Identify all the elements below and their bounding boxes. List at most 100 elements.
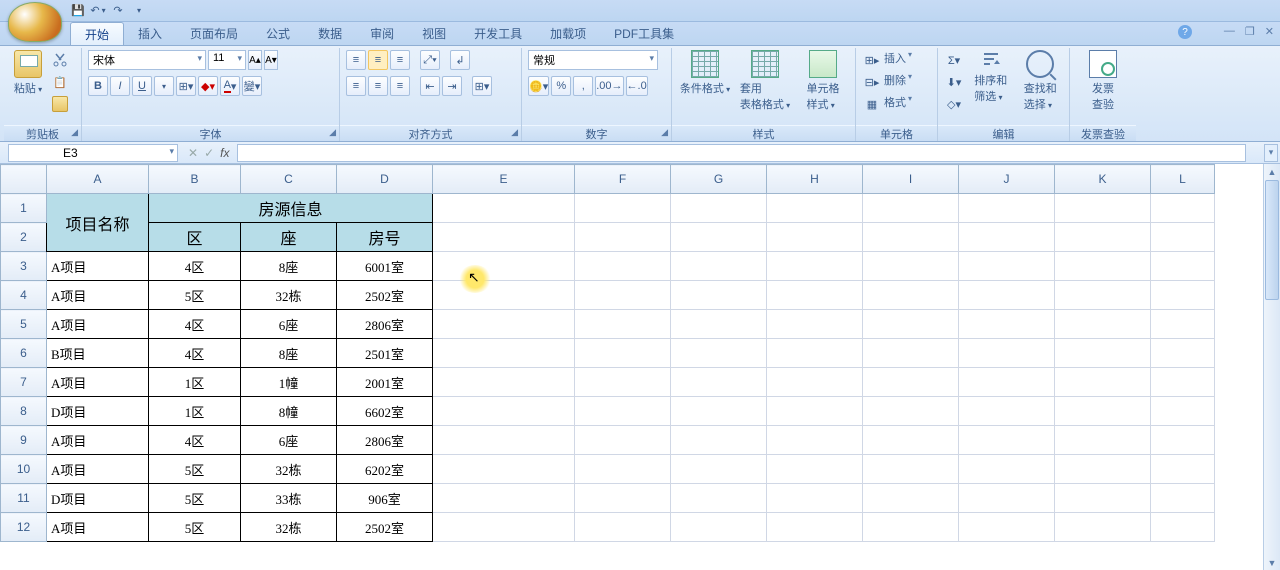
align-launcher-icon[interactable]: ◢ [511, 127, 518, 138]
invoice-check-button[interactable]: 发票 查验 [1076, 50, 1130, 112]
col-header[interactable]: F [575, 165, 671, 194]
cell[interactable] [671, 281, 767, 310]
tab-insert[interactable]: 插入 [124, 22, 176, 45]
cell[interactable] [767, 223, 863, 252]
cell[interactable] [959, 339, 1055, 368]
cell[interactable] [959, 513, 1055, 542]
cell[interactable] [767, 194, 863, 223]
cell[interactable] [1055, 368, 1151, 397]
increase-decimal-button[interactable]: .00→ [595, 76, 623, 96]
cell[interactable]: A项目 [47, 252, 149, 281]
cell[interactable] [575, 339, 671, 368]
cell[interactable] [1151, 368, 1215, 397]
cell[interactable] [1151, 194, 1215, 223]
cell[interactable] [767, 310, 863, 339]
cell[interactable]: 6001室 [337, 252, 433, 281]
delete-cells-button[interactable]: ⊟▸ [862, 72, 882, 92]
font-size-select[interactable]: 11 [208, 50, 246, 70]
qa-undo-icon[interactable]: ↶ [90, 3, 106, 19]
cell[interactable]: 2001室 [337, 368, 433, 397]
decrease-font-button[interactable]: A▾ [264, 50, 278, 70]
cell[interactable] [767, 252, 863, 281]
find-select-button[interactable]: 查找和 选择 [1018, 50, 1064, 112]
cell[interactable] [767, 426, 863, 455]
row-header[interactable]: 7 [1, 368, 47, 397]
align-bottom-button[interactable]: ≡ [390, 50, 410, 70]
cell[interactable] [1151, 484, 1215, 513]
cell[interactable] [767, 281, 863, 310]
cell[interactable] [1151, 513, 1215, 542]
clipboard-launcher-icon[interactable]: ◢ [71, 127, 78, 138]
cell[interactable] [1151, 310, 1215, 339]
cell[interactable] [575, 484, 671, 513]
col-header[interactable]: A [47, 165, 149, 194]
cell[interactable] [575, 455, 671, 484]
cell[interactable] [1151, 455, 1215, 484]
help-icon[interactable]: ? [1178, 25, 1192, 39]
cell[interactable]: 5区 [149, 484, 241, 513]
cell[interactable] [433, 223, 575, 252]
cell[interactable] [671, 223, 767, 252]
comma-button[interactable]: , [573, 76, 593, 96]
align-middle-button[interactable]: ≡ [368, 50, 388, 70]
cell[interactable]: 1区 [149, 397, 241, 426]
row-header[interactable]: 4 [1, 281, 47, 310]
cell[interactable]: A项目 [47, 513, 149, 542]
merge-button[interactable]: ⊞▾ [472, 76, 492, 96]
align-left-button[interactable]: ≡ [346, 76, 366, 96]
cell[interactable] [767, 513, 863, 542]
cell[interactable] [863, 281, 959, 310]
number-launcher-icon[interactable]: ◢ [661, 127, 668, 138]
cell[interactable] [575, 397, 671, 426]
border-button[interactable]: ⊞▾ [176, 76, 196, 96]
col-header[interactable]: K [1055, 165, 1151, 194]
cell[interactable]: 8幢 [241, 397, 337, 426]
decrease-decimal-button[interactable]: ←.0 [626, 76, 648, 96]
cell[interactable] [1055, 426, 1151, 455]
restore-icon[interactable]: ❐ [1245, 25, 1255, 38]
worksheet-grid[interactable]: A B C D E F G H I J K L 1 项目名称 房源信息 2 区 … [0, 164, 1263, 570]
col-header[interactable]: E [433, 165, 575, 194]
cell[interactable] [575, 281, 671, 310]
expand-formula-bar-icon[interactable]: ▾ [1264, 144, 1278, 162]
tab-developer[interactable]: 开发工具 [460, 22, 536, 45]
cell[interactable] [863, 513, 959, 542]
cell[interactable]: A项目 [47, 426, 149, 455]
currency-button[interactable]: 🪙▾ [528, 76, 549, 96]
tab-pagelayout[interactable]: 页面布局 [176, 22, 252, 45]
cell[interactable] [1055, 281, 1151, 310]
cell[interactable] [671, 455, 767, 484]
cell[interactable] [433, 310, 575, 339]
cell[interactable] [1151, 252, 1215, 281]
enter-formula-icon[interactable]: ✓ [204, 146, 214, 160]
cell[interactable]: 房源信息 [149, 194, 433, 223]
tab-home[interactable]: 开始 [70, 22, 124, 45]
scroll-up-icon[interactable]: ▲ [1264, 164, 1280, 179]
scroll-thumb[interactable] [1265, 180, 1279, 300]
cut-button[interactable] [50, 50, 70, 70]
format-cells-button[interactable]: ▦ [862, 94, 882, 114]
cell[interactable] [671, 397, 767, 426]
cell[interactable] [575, 513, 671, 542]
cell[interactable] [671, 252, 767, 281]
cell[interactable] [1151, 281, 1215, 310]
minimize-icon[interactable]: — [1224, 25, 1235, 38]
cell[interactable] [959, 426, 1055, 455]
row-header[interactable]: 12 [1, 513, 47, 542]
cell[interactable] [959, 368, 1055, 397]
cell[interactable] [1055, 397, 1151, 426]
font-name-select[interactable]: 宋体 [88, 50, 206, 70]
formula-input[interactable] [237, 144, 1246, 162]
cell[interactable] [959, 484, 1055, 513]
insert-cells-button[interactable]: ⊞▸ [862, 50, 882, 70]
cell[interactable] [671, 194, 767, 223]
cell[interactable] [959, 252, 1055, 281]
cell[interactable] [1055, 252, 1151, 281]
cell[interactable] [863, 368, 959, 397]
row-header[interactable]: 2 [1, 223, 47, 252]
cell[interactable] [433, 252, 575, 281]
row-header[interactable]: 11 [1, 484, 47, 513]
cell[interactable]: 2502室 [337, 281, 433, 310]
cell[interactable] [433, 194, 575, 223]
conditional-format-button[interactable]: 条件格式 [678, 50, 732, 96]
